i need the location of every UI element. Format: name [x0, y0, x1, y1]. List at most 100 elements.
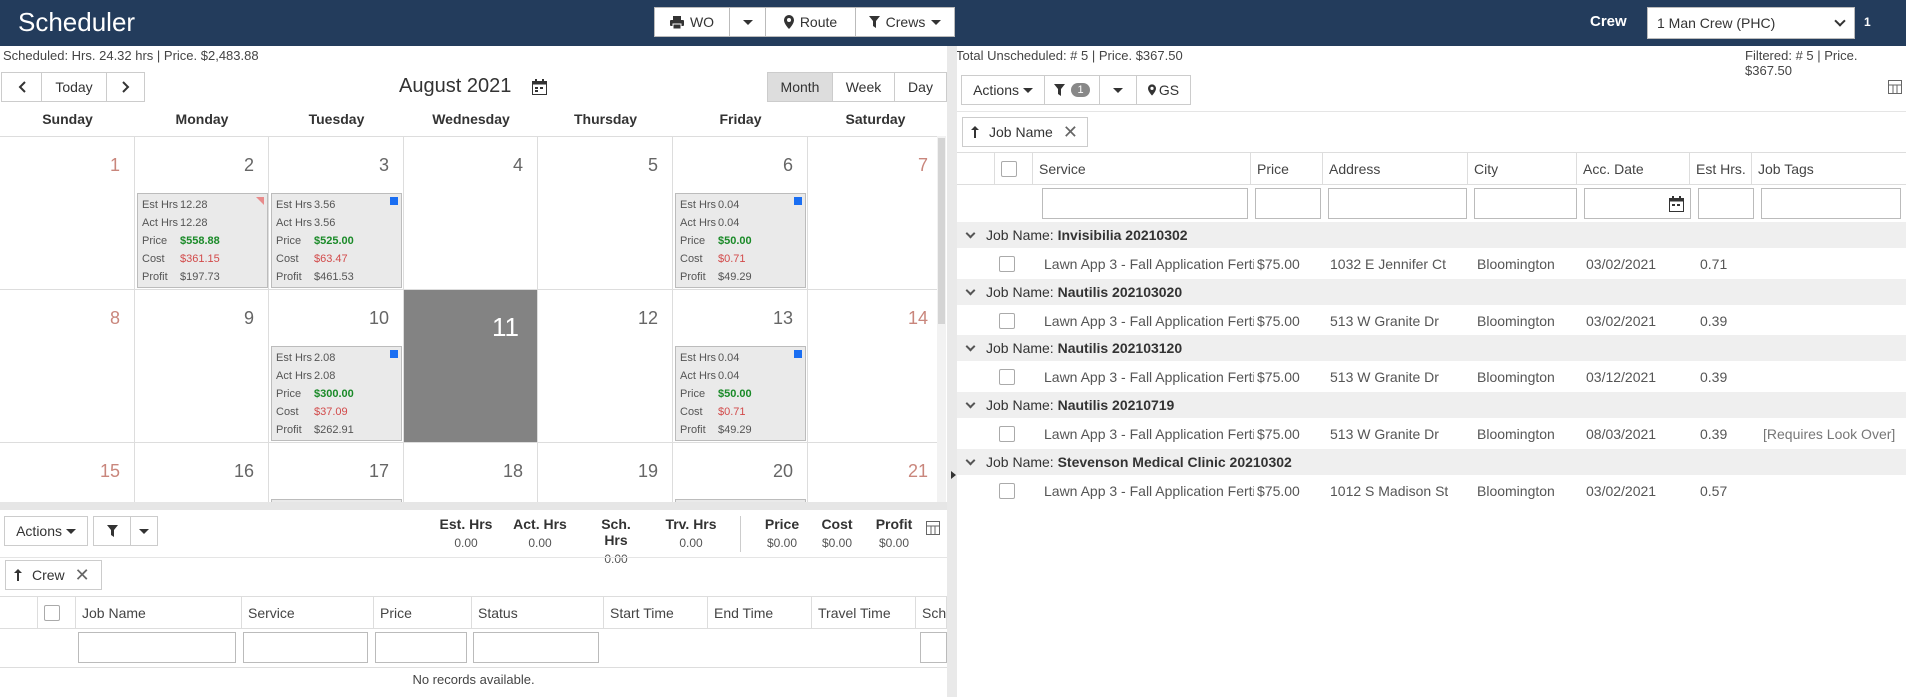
col-est-hrs[interactable]: Est Hrs.	[1690, 153, 1752, 185]
bottom-filter-dropdown[interactable]	[130, 516, 158, 546]
group-chip-job-name[interactable]: Job Name ✕	[962, 117, 1088, 147]
event-card[interactable]: Est Hrs 2.08 Act Hrs 2.08 Price $300.00 Cos…	[271, 346, 402, 441]
day-cell[interactable]: 6 Est Hrs 0.04 Act Hrs 0.04 Price $50.00 Co…	[673, 137, 808, 290]
day-cell[interactable]: 9	[135, 290, 269, 443]
col-service[interactable]: Service	[1033, 153, 1251, 185]
crew-select[interactable]: 1 Man Crew (PHC)	[1647, 7, 1855, 39]
expand-right-icon[interactable]	[951, 471, 956, 479]
col-job-name[interactable]: Job Name	[76, 597, 242, 629]
group-header[interactable]: Job Name: Invisibilia 20210302	[957, 222, 1906, 248]
event-card[interactable]: Est Hrs 12.28 Act Hrs 12.28 Price $558.88 C…	[137, 193, 268, 288]
gs-button[interactable]: GS	[1136, 75, 1191, 105]
group-chip-crew[interactable]: Crew ✕	[5, 560, 102, 590]
day-cell[interactable]: 15	[0, 443, 135, 502]
wo-button[interactable]: WO	[654, 7, 730, 37]
table-row[interactable]: Lawn App 3 - Fall Application Fertilizer…	[957, 248, 1906, 279]
column-grid-icon[interactable]	[1888, 80, 1902, 94]
event-card[interactable]: Est Hrs 3.56 Act Hrs 3.56 Price $525.00 Cos…	[271, 193, 402, 288]
col-status[interactable]: Status	[472, 597, 604, 629]
col-price[interactable]: Price	[374, 597, 472, 629]
filter-acc-date[interactable]	[1584, 188, 1691, 219]
select-all-checkbox[interactable]	[1001, 161, 1017, 177]
right-filter-dropdown[interactable]	[1099, 75, 1137, 105]
day-cell[interactable]: 10 Est Hrs 2.08 Act Hrs 2.08 Price $300.00 …	[269, 290, 404, 443]
row-checkbox[interactable]	[999, 313, 1015, 329]
select-all-checkbox[interactable]	[44, 605, 60, 621]
row-checkbox[interactable]	[999, 426, 1015, 442]
col-price[interactable]: Price	[1251, 153, 1323, 185]
filter-sch[interactable]	[920, 632, 947, 663]
filter-price[interactable]	[375, 632, 467, 663]
calendar-scrollbar-thumb[interactable]	[938, 138, 945, 324]
day-cell[interactable]: 4	[404, 137, 538, 290]
event-card[interactable]: Est Hrs 0.04 Act Hrs 0.04 Price $50.00 Cost…	[675, 346, 806, 441]
close-icon[interactable]: ✕	[1063, 122, 1078, 143]
row-checkbox[interactable]	[999, 256, 1015, 272]
calendar-icon[interactable]	[1669, 196, 1684, 212]
day-cell[interactable]: 16	[135, 443, 269, 502]
column-grid-icon[interactable]	[926, 521, 940, 535]
next-month-button[interactable]	[106, 72, 145, 102]
filter-job-tags[interactable]	[1761, 188, 1901, 219]
col-service[interactable]: Service	[242, 597, 374, 629]
wo-dropdown-button[interactable]	[729, 7, 766, 37]
table-row[interactable]: Lawn App 3 - Fall Application Fertilizer…	[957, 361, 1906, 392]
day-cell[interactable]: 12	[538, 290, 673, 443]
day-cell-today[interactable]: 11	[404, 290, 538, 443]
day-cell[interactable]: 19	[538, 443, 673, 502]
horizontal-splitter[interactable]	[0, 502, 947, 510]
row-checkbox[interactable]	[999, 369, 1015, 385]
day-cell[interactable]: 17	[269, 443, 404, 502]
today-button[interactable]: Today	[41, 72, 107, 102]
day-cell[interactable]: 20	[673, 443, 808, 502]
day-cell[interactable]: 3 Est Hrs 3.56 Act Hrs 3.56 Price $525.00 C…	[269, 137, 404, 290]
group-header[interactable]: Job Name: Nautilis 202103120	[957, 335, 1906, 361]
filter-city[interactable]	[1474, 188, 1577, 219]
group-header[interactable]: Job Name: Stevenson Medical Clinic 20210…	[957, 449, 1906, 475]
day-cell[interactable]: 2 Est Hrs 12.28 Act Hrs 12.28 Price $558.88…	[135, 137, 269, 290]
view-month-button[interactable]: Month	[767, 72, 833, 102]
table-row[interactable]: Lawn App 3 - Fall Application Fertilizer…	[957, 475, 1906, 506]
view-week-button[interactable]: Week	[832, 72, 895, 102]
day-cell[interactable]: 1	[0, 137, 135, 290]
view-day-button[interactable]: Day	[894, 72, 947, 102]
filter-status[interactable]	[473, 632, 599, 663]
day-cell[interactable]: 7	[808, 137, 943, 290]
group-header[interactable]: Job Name: Nautilis 20210719	[957, 392, 1906, 418]
group-header[interactable]: Job Name: Nautilis 202103020	[957, 279, 1906, 305]
route-button[interactable]: Route	[765, 7, 856, 37]
day-cell[interactable]: 21	[808, 443, 943, 502]
day-cell[interactable]: 5	[538, 137, 673, 290]
row-checkbox[interactable]	[999, 483, 1015, 499]
bottom-actions-button[interactable]: Actions	[4, 516, 88, 546]
prev-month-button[interactable]	[1, 72, 42, 102]
right-actions-button[interactable]: Actions	[961, 75, 1045, 105]
filter-address[interactable]	[1328, 188, 1467, 219]
event-card[interactable]: Est Hrs 0.04 Act Hrs 0.04 Price $50.00 Cost…	[675, 193, 806, 288]
close-icon[interactable]: ✕	[75, 565, 90, 586]
bottom-filter-button[interactable]	[93, 516, 131, 546]
col-end-time[interactable]: End Time	[708, 597, 812, 629]
calendar-icon[interactable]	[532, 79, 547, 95]
vertical-splitter[interactable]	[947, 46, 957, 697]
col-job-tags[interactable]: Job Tags	[1752, 153, 1906, 185]
col-travel-time[interactable]: Travel Time	[812, 597, 916, 629]
filter-service[interactable]	[243, 632, 368, 663]
col-start-time[interactable]: Start Time	[604, 597, 708, 629]
right-filter-button[interactable]: 1	[1044, 75, 1100, 105]
filter-service[interactable]	[1042, 188, 1248, 219]
filter-est-hrs[interactable]	[1698, 188, 1754, 219]
day-cell[interactable]: 14	[808, 290, 943, 443]
col-city[interactable]: City	[1468, 153, 1577, 185]
table-row[interactable]: Lawn App 3 - Fall Application Fertilizer…	[957, 305, 1906, 336]
filter-job-name[interactable]	[78, 632, 236, 663]
day-cell[interactable]: 8	[0, 290, 135, 443]
col-sch[interactable]: Sch	[916, 597, 947, 629]
col-address[interactable]: Address	[1323, 153, 1468, 185]
col-acc-date[interactable]: Acc. Date	[1577, 153, 1690, 185]
crews-button[interactable]: Crews	[855, 7, 955, 37]
table-row[interactable]: Lawn App 3 - Fall Application Fertilizer…	[957, 418, 1906, 449]
day-cell[interactable]: 18	[404, 443, 538, 502]
filter-price[interactable]	[1255, 188, 1321, 219]
day-cell[interactable]: 13 Est Hrs 0.04 Act Hrs 0.04 Price $50.00 C…	[673, 290, 808, 443]
